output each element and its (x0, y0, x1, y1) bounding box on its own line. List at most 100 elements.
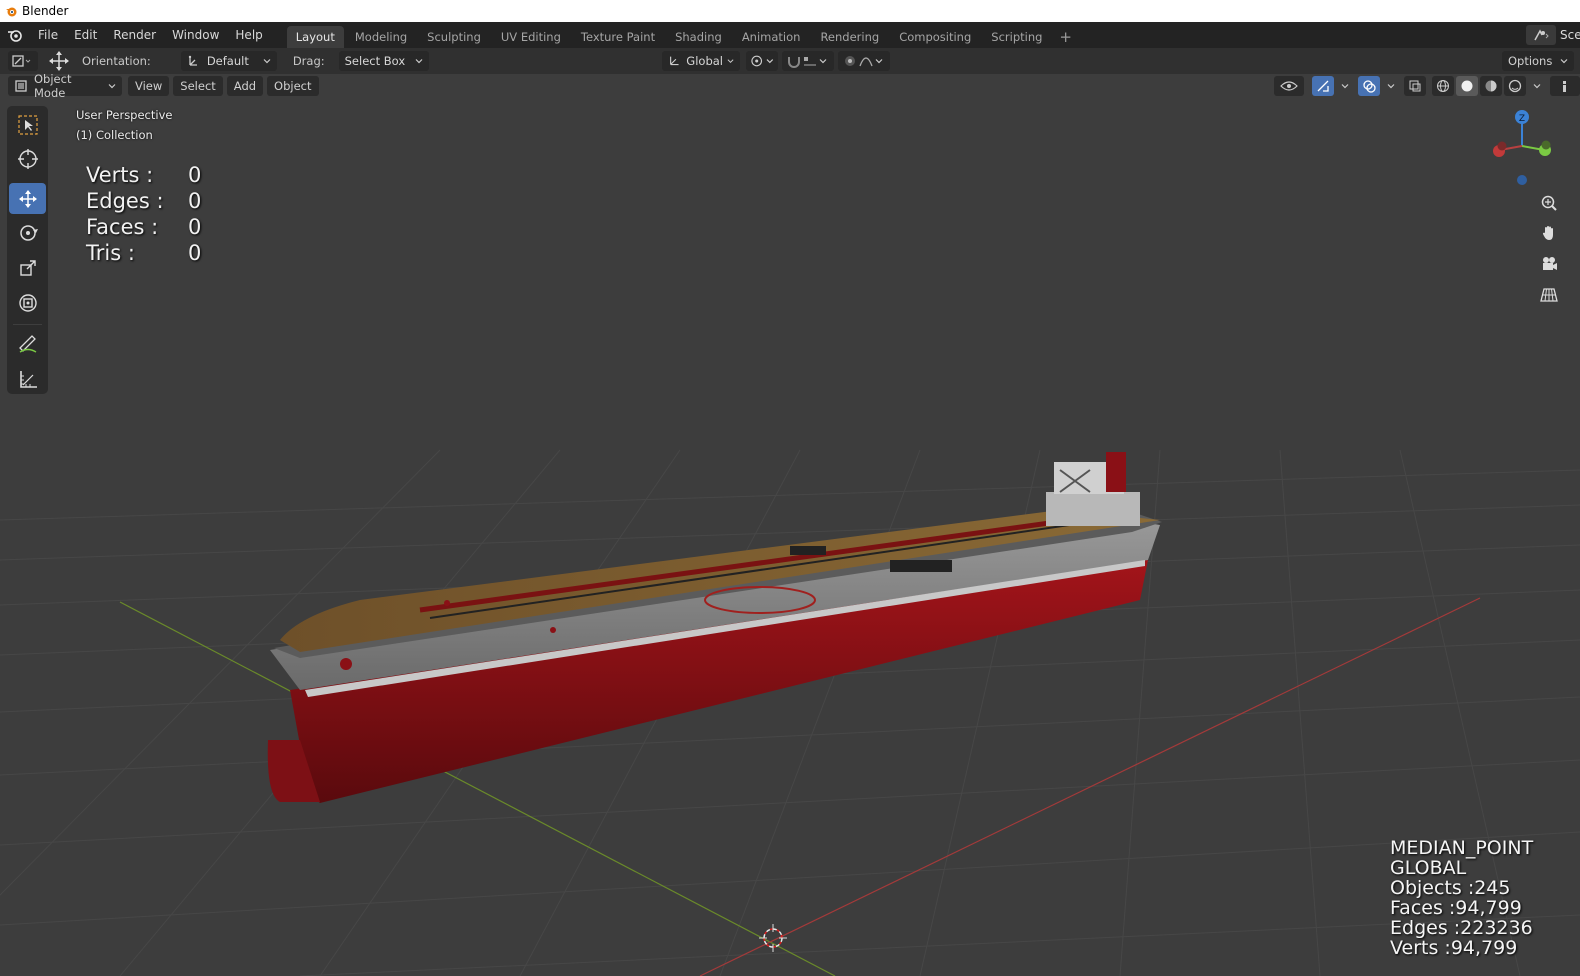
measure-ruler-icon (19, 370, 37, 388)
tool-measure[interactable] (9, 363, 46, 394)
tab-layout[interactable]: Layout (286, 26, 344, 48)
scene-selector: Sce (1526, 22, 1580, 48)
menu-help[interactable]: Help (227, 24, 270, 46)
gizmo-toggle[interactable] (1312, 76, 1334, 96)
pivot-point-dropdown[interactable] (746, 51, 778, 71)
viewport-canvas[interactable] (0, 98, 1580, 976)
blender-logo-icon (4, 4, 18, 18)
viewport-menu-select[interactable]: Select (173, 76, 223, 96)
orientation-value: Default (206, 54, 249, 68)
tab-animation[interactable]: Animation (733, 26, 810, 48)
stat-key: Edges : (86, 189, 164, 213)
options-dropdown[interactable]: Options (1501, 51, 1574, 71)
menu-render[interactable]: Render (105, 24, 164, 46)
drag-dropdown[interactable]: Select Box (338, 51, 429, 71)
active-tool-icon[interactable] (46, 51, 72, 71)
stat-row-tris: Tris : 0 (86, 240, 201, 266)
perspective-label: User Perspective (76, 108, 173, 122)
viewport-menu-object[interactable]: Object (267, 76, 319, 96)
transform-orientation-dropdown[interactable]: Global (662, 51, 740, 71)
chevron-down-icon (819, 59, 827, 64)
drag-label: Drag: (292, 54, 325, 68)
tab-uv-editing[interactable]: UV Editing (492, 26, 570, 48)
tool-transform[interactable] (9, 287, 46, 318)
move-icon (18, 189, 37, 208)
tab-shading[interactable]: Shading (666, 26, 731, 48)
viewport-background (0, 98, 1580, 976)
orientation-text: GLOBAL (1390, 857, 1467, 879)
scene-stats-overlay: MEDIAN_POINT GLOBAL Objects :245 Faces :… (1390, 838, 1533, 958)
tool-rotate[interactable] (9, 217, 46, 248)
tab-sculpting[interactable]: Sculpting (418, 26, 490, 48)
tool-move[interactable] (9, 183, 46, 214)
falloff-curve-icon (859, 57, 873, 67)
tab-texture-paint[interactable]: Texture Paint (572, 26, 664, 48)
mesh-stats-overlay: Verts : 0 Edges : 0 Faces : 0 Tris : 0 (86, 162, 201, 266)
menu-edit[interactable]: Edit (66, 24, 105, 46)
chevron-down-icon (263, 59, 271, 64)
stat-value: 0 (188, 189, 202, 213)
shading-wireframe[interactable] (1432, 76, 1454, 96)
snapping-controls[interactable] (782, 51, 834, 71)
gizmo-dropdown[interactable] (1336, 76, 1350, 96)
global-axes-icon (670, 56, 679, 66)
orientation-icon (188, 55, 197, 66)
viewport-menu-view[interactable]: View (128, 76, 170, 96)
add-workspace-button[interactable]: + (1053, 26, 1078, 48)
editor-type-icon (12, 55, 31, 67)
tool-header: Orientation: Default Drag: Select Box Gl… (0, 48, 1580, 74)
tool-scale[interactable] (9, 252, 46, 283)
perspective-toggle-button[interactable] (1538, 284, 1560, 306)
overlays-toggle[interactable] (1358, 76, 1380, 96)
tab-modeling[interactable]: Modeling (346, 26, 416, 48)
scale-icon (19, 259, 36, 276)
gizmo-neg-z[interactable] (1517, 175, 1527, 185)
tab-compositing[interactable]: Compositing (890, 26, 980, 48)
tool-select-box[interactable] (9, 109, 46, 140)
editor-type-button[interactable] (8, 51, 38, 71)
gizmo-icon (1317, 80, 1329, 92)
blender-menu-button[interactable] (0, 22, 30, 48)
annotate-pencil-icon (18, 334, 36, 353)
camera-icon (1543, 257, 1557, 270)
edges-count: Edges :223236 (1390, 917, 1533, 939)
objects-count: Objects :245 (1390, 877, 1511, 899)
top-bar: File Edit Render Window Help Layout Mode… (0, 22, 1580, 48)
shading-solid[interactable] (1456, 76, 1478, 96)
drag-value: Select Box (344, 54, 406, 68)
toolbar-divider (13, 324, 42, 325)
tab-scripting[interactable]: Scripting (982, 26, 1051, 48)
menu-file[interactable]: File (30, 24, 66, 46)
proportional-editing-controls[interactable] (838, 51, 890, 71)
stat-key: Faces : (86, 215, 159, 239)
shading-rendered[interactable] (1504, 76, 1526, 96)
xray-toggle[interactable] (1404, 76, 1426, 96)
stat-value: 0 (188, 215, 202, 239)
pan-button[interactable] (1538, 222, 1560, 244)
scene-icon[interactable] (1526, 25, 1556, 45)
navigation-gizmo[interactable]: Z (1488, 106, 1560, 192)
tool-annotate[interactable] (9, 328, 46, 359)
tool-cursor[interactable] (9, 143, 46, 174)
gizmo-neg-y[interactable] (1541, 140, 1551, 150)
visibility-dropdown[interactable] (1274, 76, 1304, 96)
gizmo-neg-x[interactable] (1497, 141, 1507, 151)
menu-window[interactable]: Window (164, 24, 227, 46)
orientation-dropdown[interactable]: Default (180, 51, 277, 71)
zoom-button[interactable] (1538, 192, 1560, 214)
viewport-menu-add[interactable]: Add (226, 76, 264, 96)
zoom-magnifier-icon (1541, 195, 1557, 211)
stat-row-edges: Edges : 0 (86, 188, 201, 214)
camera-view-button[interactable] (1538, 253, 1560, 275)
object-mode-dropdown[interactable]: Object Mode (8, 72, 122, 100)
tab-rendering[interactable]: Rendering (811, 26, 888, 48)
stat-value: 0 (188, 241, 202, 265)
select-box-icon (17, 114, 38, 135)
scene-name[interactable]: Sce (1560, 28, 1580, 42)
info-dropdown[interactable] (1550, 76, 1580, 96)
stat-key: Tris : (86, 241, 135, 265)
shading-dropdown[interactable] (1528, 76, 1542, 96)
faces-count: Faces :94,799 (1390, 897, 1522, 919)
overlays-dropdown[interactable] (1382, 76, 1396, 96)
shading-material[interactable] (1480, 76, 1502, 96)
